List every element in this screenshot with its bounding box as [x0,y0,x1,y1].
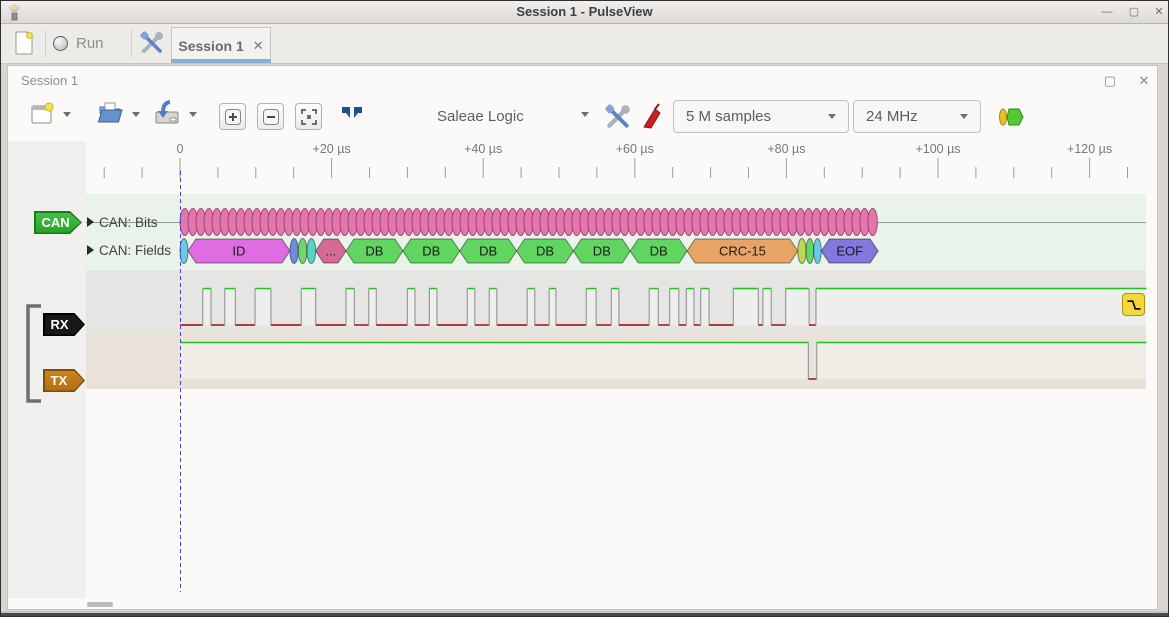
zoom-out-button[interactable] [257,103,284,130]
window-resize-bar [1,613,1168,617]
tab-close-icon[interactable]: ✕ [253,38,264,54]
toolbar-separator [131,30,132,57]
sample-count-value: 5 M samples [686,108,771,125]
zoom-out-icon [260,106,282,128]
tools-icon [605,104,631,130]
settings-button[interactable] [138,30,166,56]
sample-rate-value: 24 MHz [866,108,918,125]
title-bar: Session 1 - PulseView — ▢ ✕ [1,1,1168,24]
sample-rate-select[interactable]: 24 MHz [853,100,981,133]
new-session-button[interactable] [9,28,39,58]
channel-tag-rx[interactable]: RX [43,313,85,336]
zoom-in-icon [222,106,244,128]
channel-group-bracket [23,304,45,404]
save-button[interactable] [153,99,181,127]
toolbar-separator [45,30,46,57]
decoder-row-label-fields[interactable]: CAN: Fields [99,243,171,258]
tab-active-accent [171,59,271,63]
decoder-row-label-bits[interactable]: CAN: Bits [99,215,158,230]
pulseview-window: Session 1 - PulseView — ▢ ✕ Run [0,0,1169,617]
window-title: Session 1 - PulseView [1,4,1168,19]
zoom-to-edges-button[interactable] [339,105,365,127]
zoom-fit-icon [298,106,320,128]
save-dropdown-icon[interactable] [189,112,197,117]
maximize-icon[interactable]: ▢ [1126,5,1142,19]
channels-button[interactable] [641,102,665,130]
main-toolbar: Run Session 1 ✕ [1,24,1168,64]
tab-session-1[interactable]: Session 1 ✕ [171,27,271,63]
subwindow-maximize-icon[interactable]: ▢ [1101,73,1119,89]
session-toolbar: Saleae Logic 5 M samples 24 MHz [1,97,1169,137]
add-decoder-button[interactable] [997,107,1025,127]
expand-row-icon[interactable] [87,245,94,255]
falling-edge-icon [1124,295,1144,315]
device-selector-label[interactable]: Saleae Logic [437,108,524,125]
subwindow-title: Session 1 [21,73,78,88]
minimize-icon[interactable]: — [1099,5,1115,19]
zoom-fit-button[interactable] [295,103,322,130]
new-view-button[interactable] [29,101,55,127]
tab-label: Session 1 [178,38,243,54]
subwindow-close-icon[interactable]: ✕ [1135,73,1153,89]
zoom-in-button[interactable] [219,103,246,130]
chevron-down-icon [828,114,836,119]
open-dropdown-icon[interactable] [132,112,140,117]
save-icon [153,99,181,127]
run-led-icon [53,36,68,51]
device-dropdown-icon[interactable] [581,112,589,117]
sample-count-select[interactable]: 5 M samples [673,100,849,133]
run-button[interactable]: Run [53,28,104,58]
tools-icon [140,31,164,55]
horizontal-scrollbar-thumb[interactable] [87,602,113,607]
new-view-dropdown-icon[interactable] [63,112,71,117]
close-icon[interactable]: ✕ [1151,5,1167,19]
decoder-rows-background [86,194,1146,270]
decoder-icon [997,107,1025,127]
tx-row-background [86,332,1146,389]
open-button[interactable] [97,99,125,127]
open-folder-icon [97,99,125,127]
chevron-down-icon [960,114,968,119]
probe-icon [641,102,665,130]
edge-markers-icon [339,105,365,127]
new-window-icon [29,101,55,127]
channel-tag-tx[interactable]: TX [43,369,85,392]
trigger-falling-edge-marker[interactable] [1122,293,1145,316]
new-document-icon [14,31,34,55]
run-label: Run [76,35,104,52]
expand-row-icon[interactable] [87,217,94,227]
channel-tag-can[interactable]: CAN [34,211,82,234]
configure-device-button[interactable] [605,104,631,130]
rx-row-background [86,270,1146,332]
